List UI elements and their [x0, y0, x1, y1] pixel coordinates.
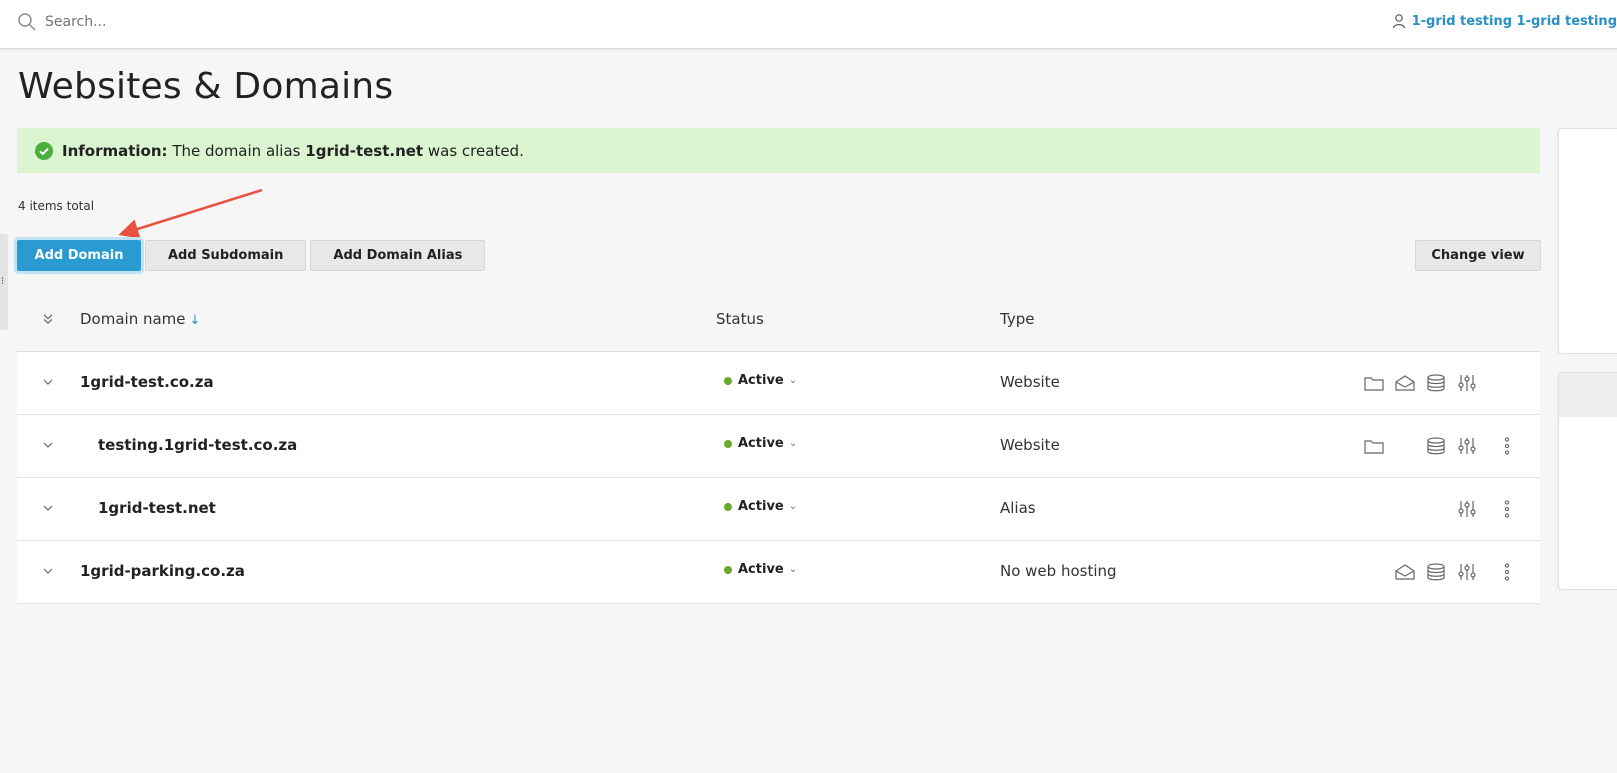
status-dot-icon — [724, 502, 732, 511]
message-text-before: The domain alias — [172, 141, 301, 160]
domain-name-link[interactable]: 1grid-parking.co.za — [80, 562, 245, 580]
toolbar: Add Domain Add Subdomain Add Domain Alia… — [17, 240, 489, 271]
add-subdomain-button[interactable]: Add Subdomain — [145, 240, 307, 271]
database-icon[interactable] — [1425, 562, 1447, 582]
user-name[interactable]: 1-grid testing 1-grid testing — [1412, 14, 1617, 29]
settings-sliders-icon[interactable] — [1456, 373, 1478, 393]
header-domain-name[interactable]: Domain name ↓ — [80, 310, 200, 328]
chevron-down-icon: ⌄ — [788, 564, 798, 575]
chevron-down-icon[interactable] — [42, 440, 54, 450]
left-sidebar-toggle[interactable]: ⁝ — [0, 234, 8, 330]
right-side-panel-secondary — [1558, 372, 1617, 590]
search-box[interactable] — [17, 12, 345, 32]
more-icon[interactable] — [1496, 562, 1518, 582]
status-label: Active — [738, 373, 784, 388]
status-dropdown[interactable]: Active ⌄ — [724, 436, 797, 451]
table-row: 1grid-test.co.za Active ⌄ Website — [17, 352, 1540, 415]
chevron-down-icon[interactable] — [42, 503, 54, 513]
domain-type: Website — [1000, 436, 1060, 454]
panel-header — [1559, 373, 1617, 417]
domain-type: Website — [1000, 373, 1060, 391]
add-domain-button[interactable]: Add Domain — [17, 240, 141, 271]
database-icon[interactable] — [1425, 373, 1447, 393]
header-type: Type — [1000, 310, 1035, 328]
table-row: 1grid-test.net Active ⌄ Alias — [17, 478, 1540, 541]
chevron-down-icon: ⌄ — [788, 501, 798, 512]
status-dropdown[interactable]: Active ⌄ — [724, 499, 797, 514]
message-label: Information: — [62, 141, 168, 160]
domain-type: Alias — [1000, 499, 1036, 517]
folder-icon[interactable] — [1363, 373, 1385, 393]
search-input[interactable] — [45, 14, 345, 30]
status-dropdown[interactable]: Active ⌄ — [724, 562, 797, 577]
right-side-panel — [1558, 128, 1617, 354]
table-header: Domain name ↓ Status Type — [17, 289, 1540, 352]
add-domain-alias-button[interactable]: Add Domain Alias — [310, 240, 486, 271]
header-status: Status — [716, 310, 764, 328]
change-view-button[interactable]: Change view — [1415, 240, 1541, 271]
page-title: Websites & Domains — [18, 66, 394, 107]
table-row: 1grid-parking.co.za Active ⌄ No web hosti… — [17, 541, 1540, 604]
message-text-after: was created. — [427, 141, 524, 160]
info-message: Information: The domain alias 1grid-test… — [17, 128, 1540, 173]
settings-sliders-icon[interactable] — [1456, 436, 1478, 456]
items-total: 4 items total — [18, 199, 95, 213]
settings-sliders-icon[interactable] — [1456, 562, 1478, 582]
more-icon[interactable] — [1496, 499, 1518, 519]
database-icon[interactable] — [1425, 436, 1447, 456]
domain-name-link[interactable]: 1grid-test.co.za — [80, 373, 214, 391]
chevron-down-icon[interactable] — [42, 566, 54, 576]
user-icon — [1392, 14, 1405, 29]
top-bar: 1-grid testing 1-grid testing — [0, 0, 1617, 49]
sort-arrow-icon: ↓ — [189, 313, 201, 328]
status-label: Active — [738, 499, 784, 514]
domain-name-link[interactable]: 1grid-test.net — [98, 499, 216, 517]
search-icon — [18, 13, 36, 31]
status-label: Active — [738, 436, 784, 451]
drag-handle-icon: ⁝ — [1, 276, 5, 287]
status-dot-icon — [724, 439, 732, 448]
message-domain: 1grid-test.net — [305, 141, 424, 160]
chevron-down-icon[interactable] — [42, 377, 54, 387]
status-dot-icon — [724, 565, 732, 574]
domains-table: Domain name ↓ Status Type 1grid-test.co.z… — [17, 289, 1540, 604]
annotation-arrow-icon — [118, 188, 263, 239]
mail-icon[interactable] — [1394, 373, 1416, 393]
status-label: Active — [738, 562, 784, 577]
table-row: testing.1grid-test.co.za Active ⌄ Website — [17, 415, 1540, 478]
chevron-down-icon: ⌄ — [788, 438, 798, 449]
header-domain-name-label[interactable]: Domain name — [80, 310, 186, 328]
settings-sliders-icon[interactable] — [1456, 499, 1478, 519]
folder-icon[interactable] — [1363, 436, 1385, 456]
chevron-down-icon: ⌄ — [788, 375, 798, 386]
mail-icon[interactable] — [1394, 562, 1416, 582]
check-circle-icon — [35, 141, 53, 160]
status-dot-icon — [724, 376, 732, 385]
user-menu[interactable]: 1-grid testing 1-grid testing — [1392, 13, 1617, 29]
more-icon[interactable] — [1496, 436, 1518, 456]
status-dropdown[interactable]: Active ⌄ — [724, 373, 797, 388]
domain-name-link[interactable]: testing.1grid-test.co.za — [98, 436, 297, 454]
expand-all-icon[interactable] — [42, 313, 54, 325]
domain-type: No web hosting — [1000, 562, 1117, 580]
